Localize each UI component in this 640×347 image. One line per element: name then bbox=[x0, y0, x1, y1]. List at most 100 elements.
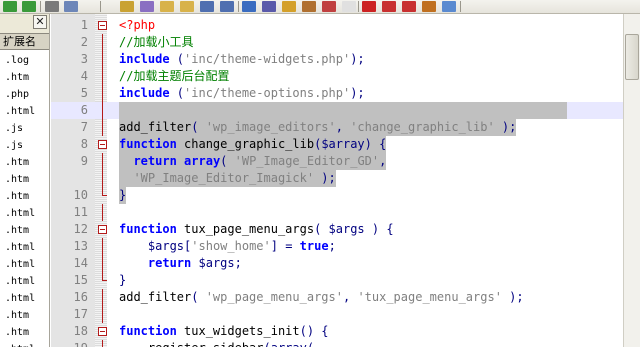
sync-vertical-icon[interactable] bbox=[200, 1, 214, 12]
code-text: return array( 'WP_Image_Editor_GD', bbox=[119, 153, 387, 170]
file-icon bbox=[0, 277, 3, 286]
code-token: ] = bbox=[270, 239, 300, 253]
code-token: add_filter bbox=[119, 120, 192, 134]
scrollbar-thumb[interactable] bbox=[625, 34, 639, 80]
code-text: } bbox=[119, 272, 126, 289]
show-all-chars-icon[interactable] bbox=[262, 1, 276, 12]
code-line[interactable]: 2 //加载小工具 bbox=[51, 34, 623, 51]
code-line[interactable]: 5 include ('inc/theme-options.php'); bbox=[51, 85, 623, 102]
fold-line-icon bbox=[98, 255, 107, 272]
code-line[interactable]: 13 $args['show_home'] = true; bbox=[51, 238, 623, 255]
record-macro-icon[interactable] bbox=[362, 1, 376, 12]
file-list-item[interactable]: .html bbox=[0, 239, 49, 256]
code-line[interactable]: 10} bbox=[51, 187, 623, 204]
find-icon[interactable] bbox=[120, 1, 134, 12]
code-line[interactable]: 9 return array( 'WP_Image_Editor_GD', bbox=[51, 153, 623, 170]
line-number: 13 bbox=[73, 239, 88, 253]
save-macro-icon[interactable] bbox=[442, 1, 456, 12]
fold-toggle-icon[interactable] bbox=[98, 140, 107, 149]
file-icon bbox=[0, 209, 3, 218]
line-number: 8 bbox=[80, 137, 88, 151]
code-token: return bbox=[147, 256, 192, 270]
code-line[interactable]: 16 add_filter( 'wp_page_menu_args', 'tux_… bbox=[51, 289, 623, 306]
fold-toggle-icon[interactable] bbox=[98, 327, 107, 336]
code-line[interactable]: 11 bbox=[51, 204, 623, 221]
line-number: 7 bbox=[80, 120, 88, 134]
copy-icon[interactable] bbox=[64, 1, 78, 12]
code-token: $array bbox=[321, 137, 365, 151]
code-line[interactable]: 18 function tux_widgets_init() { bbox=[51, 323, 623, 340]
stop-macro-icon[interactable] bbox=[382, 1, 396, 12]
vertical-scrollbar[interactable] bbox=[623, 14, 640, 347]
code-line[interactable]: 7 add_filter( 'wp_image_editors', 'change… bbox=[51, 119, 623, 136]
word-wrap-icon[interactable] bbox=[242, 1, 256, 12]
code-token: true bbox=[299, 239, 329, 253]
indent-guide-icon[interactable] bbox=[282, 1, 296, 12]
zoom-out-icon[interactable] bbox=[180, 1, 194, 12]
tab-extensions[interactable]: 扩展名 bbox=[0, 33, 49, 50]
sync-horizontal-icon[interactable] bbox=[220, 1, 234, 12]
file-icon bbox=[0, 124, 3, 133]
file-list-item[interactable]: .html bbox=[0, 341, 49, 347]
code-token: ( bbox=[191, 120, 206, 134]
code-line[interactable]: 1 <?php bbox=[51, 17, 623, 34]
fold-line-icon bbox=[98, 204, 107, 221]
fold-toggle-icon[interactable] bbox=[98, 225, 107, 234]
file-list-item[interactable]: .htm bbox=[0, 171, 49, 188]
file-list-item[interactable]: .htm bbox=[0, 222, 49, 239]
file-list-item[interactable]: .html bbox=[0, 290, 49, 307]
fold-toggle-icon[interactable] bbox=[98, 21, 107, 30]
code-text: include ('inc/theme-widgets.php'); bbox=[119, 51, 365, 68]
code-line[interactable]: 19 register_sidebar(array( bbox=[51, 340, 623, 347]
file-list-item[interactable]: .htm bbox=[0, 307, 49, 324]
zoom-in-icon[interactable] bbox=[160, 1, 174, 12]
code-line[interactable]: 'WP_Image_Editor_Imagick' ); bbox=[51, 170, 623, 187]
line-number: 5 bbox=[80, 86, 88, 100]
file-extension-label: .htm bbox=[5, 72, 30, 83]
file-list-item[interactable]: .htm bbox=[0, 69, 49, 86]
code-editor[interactable]: 1 <?php 2//加载小工具 3 include ('inc/theme-widge… bbox=[51, 14, 623, 347]
user-lang-icon[interactable] bbox=[302, 1, 316, 12]
file-list-item[interactable]: .html bbox=[0, 103, 49, 120]
file-list-item[interactable]: .php bbox=[0, 86, 49, 103]
redo-icon[interactable] bbox=[22, 1, 36, 12]
file-list-item[interactable]: .js bbox=[0, 137, 49, 154]
file-list-item[interactable]: .htm bbox=[0, 154, 49, 171]
cut-icon[interactable] bbox=[45, 1, 59, 12]
run-macro-icon[interactable] bbox=[422, 1, 436, 12]
file-extension-label: .htm bbox=[5, 327, 30, 338]
doc-map-icon[interactable] bbox=[322, 1, 336, 12]
code-text: 'WP_Image_Editor_Imagick' ); bbox=[119, 170, 336, 187]
undo-icon[interactable] bbox=[3, 1, 17, 12]
fold-line-icon bbox=[98, 289, 107, 306]
close-icon[interactable]: ✕ bbox=[33, 15, 47, 29]
code-text: function tux_widgets_init() { bbox=[119, 323, 329, 340]
file-extension-label: .htm bbox=[5, 191, 30, 202]
file-list-item[interactable]: .log bbox=[0, 52, 49, 69]
code-line[interactable]: 8 function change_graphic_lib($array) { bbox=[51, 136, 623, 153]
play-macro-icon[interactable] bbox=[402, 1, 416, 12]
code-token: include bbox=[119, 52, 170, 66]
function-list-icon[interactable] bbox=[342, 1, 356, 12]
file-list-item[interactable]: .html bbox=[0, 205, 49, 222]
code-token: 'show_home' bbox=[191, 239, 271, 253]
file-extension-label: .html bbox=[5, 341, 35, 347]
replace-icon[interactable] bbox=[140, 1, 154, 12]
file-list-item[interactable]: .html bbox=[0, 256, 49, 273]
code-token: ( bbox=[314, 222, 329, 236]
file-list-item[interactable]: .html bbox=[0, 273, 49, 290]
code-token: function bbox=[119, 222, 177, 236]
code-text: } bbox=[119, 187, 127, 204]
code-line[interactable]: 17 bbox=[51, 306, 623, 323]
code-line[interactable]: 3 include ('inc/theme-widgets.php'); bbox=[51, 51, 623, 68]
file-list-item[interactable]: .js bbox=[0, 120, 49, 137]
file-list-item[interactable]: .htm bbox=[0, 188, 49, 205]
file-list-item[interactable]: .htm bbox=[0, 324, 49, 341]
code-line[interactable]: 15} bbox=[51, 272, 623, 289]
code-line[interactable]: 14 return $args; bbox=[51, 255, 623, 272]
code-line[interactable]: 12 function tux_page_menu_args( $args ) { bbox=[51, 221, 623, 238]
toolbar-separator bbox=[358, 1, 359, 12]
code-line[interactable]: 4 //加载主题后台配置 bbox=[51, 68, 623, 85]
code-line[interactable]: 6 bbox=[51, 102, 623, 119]
file-extension-label: .php bbox=[5, 89, 30, 100]
